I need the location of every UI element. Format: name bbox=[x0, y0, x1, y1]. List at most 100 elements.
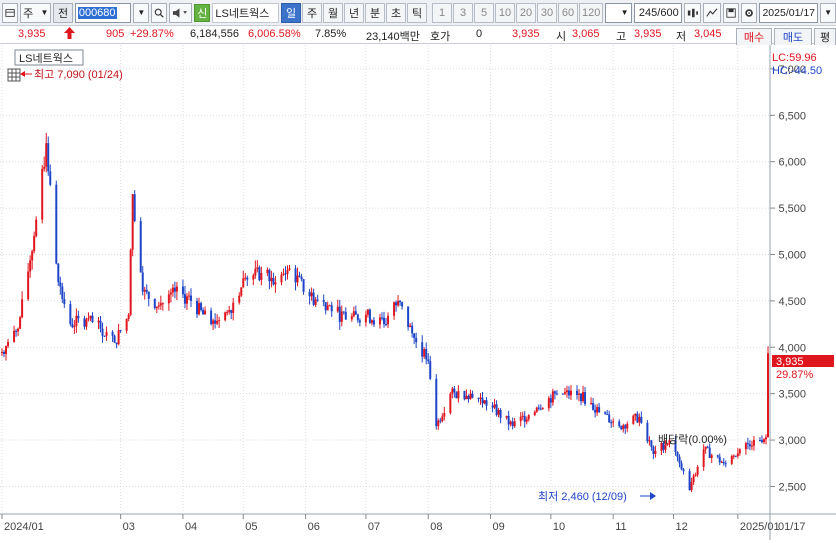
panel-menu-icon[interactable] bbox=[2, 2, 19, 23]
volume: 6,184,556 bbox=[190, 28, 239, 40]
avg-button[interactable]: 평 bbox=[814, 28, 836, 46]
period-tab[interactable]: 월 bbox=[323, 2, 344, 23]
candle-body bbox=[387, 315, 390, 325]
x-tick-label: 06 bbox=[308, 521, 320, 533]
candle-body bbox=[127, 314, 130, 319]
market-select[interactable]: 주 ▼ bbox=[20, 2, 52, 23]
candle-body bbox=[256, 267, 259, 269]
candle-body bbox=[767, 353, 769, 438]
crosshair-icon[interactable] bbox=[683, 2, 702, 23]
candle-body bbox=[413, 333, 416, 338]
candle-body bbox=[513, 421, 516, 427]
price-chart[interactable]: 7,000 6,500 6,000 5,500 5,000 4,500 4,000 3,500… bbox=[0, 45, 836, 540]
period-tab[interactable]: 일 bbox=[281, 2, 302, 23]
candle-body bbox=[555, 393, 558, 395]
candle-body bbox=[457, 390, 460, 399]
interval-button[interactable]: 10 bbox=[495, 2, 516, 23]
candle-body bbox=[338, 306, 341, 322]
candle-body bbox=[569, 390, 572, 396]
trade-amount: 23,140백만 bbox=[366, 31, 420, 43]
candle-body bbox=[483, 400, 486, 404]
candle-body bbox=[710, 455, 713, 458]
candle-body bbox=[268, 269, 271, 282]
candle-body bbox=[758, 440, 761, 442]
candle-body bbox=[240, 287, 243, 296]
candle-body bbox=[314, 299, 317, 305]
candle-body bbox=[119, 330, 122, 332]
candle-body bbox=[744, 443, 747, 450]
candle-body bbox=[218, 320, 221, 322]
candle-body bbox=[350, 316, 353, 320]
market-label: 주 bbox=[23, 7, 34, 20]
candle-body bbox=[497, 409, 500, 415]
candle-body bbox=[129, 249, 132, 315]
interval-button[interactable]: 20 bbox=[516, 2, 537, 23]
candle-body bbox=[415, 337, 418, 343]
candle-body bbox=[260, 273, 263, 281]
period-tab[interactable]: 분 bbox=[365, 2, 386, 23]
speaker-icon[interactable] bbox=[169, 2, 193, 23]
candle-body bbox=[71, 324, 74, 328]
search-icon[interactable] bbox=[151, 2, 168, 23]
candle-body bbox=[282, 273, 285, 275]
chart-canvas[interactable]: 7,0006,5006,0005,5005,0004,5004,0003,500… bbox=[0, 45, 836, 540]
candle-body bbox=[760, 440, 763, 443]
stock-name-field[interactable]: LS네트웍스 bbox=[212, 2, 280, 23]
candle-body bbox=[73, 326, 76, 328]
calendar-icon[interactable]: ▼ bbox=[820, 2, 836, 23]
candle-body bbox=[226, 311, 229, 313]
count-field[interactable]: 245/600 bbox=[633, 2, 682, 23]
interval-button[interactable]: 120 bbox=[579, 2, 604, 23]
stock-code-input[interactable]: 000680 bbox=[74, 2, 132, 23]
candle-body bbox=[328, 305, 331, 307]
interval-button[interactable]: 30 bbox=[537, 2, 558, 23]
candle-body bbox=[632, 415, 635, 424]
candle-body bbox=[175, 286, 178, 292]
interval-button[interactable]: 3 bbox=[453, 2, 474, 23]
candle-body bbox=[131, 194, 134, 250]
save-icon[interactable] bbox=[723, 2, 740, 23]
candle-body bbox=[479, 397, 482, 399]
grid-toggle-icon[interactable] bbox=[7, 68, 21, 82]
candle-body bbox=[161, 303, 164, 305]
interval-button[interactable]: 60 bbox=[558, 2, 579, 23]
candle-body bbox=[477, 397, 480, 399]
new-badge: 신 bbox=[194, 3, 211, 22]
interval-button[interactable]: 1 bbox=[432, 2, 453, 23]
high-annotation: 최고 7,090 (01/24) bbox=[34, 68, 123, 81]
current-price-tag-text: 3,935 bbox=[776, 356, 804, 368]
interval-button[interactable]: 5 bbox=[474, 2, 495, 23]
candle-body bbox=[738, 449, 741, 454]
candle-body bbox=[732, 455, 735, 457]
period-tab[interactable]: 년 bbox=[344, 2, 365, 23]
candle-body bbox=[200, 303, 203, 310]
date-field[interactable]: 2025/01/17 bbox=[759, 2, 819, 23]
candle-body bbox=[159, 303, 162, 306]
scope-button[interactable]: 전 bbox=[53, 2, 73, 23]
code-dropdown-icon[interactable]: ▼ bbox=[133, 2, 150, 23]
gear-icon[interactable] bbox=[741, 2, 758, 23]
period-tab[interactable]: 초 bbox=[386, 2, 407, 23]
candle-body bbox=[652, 446, 655, 454]
candle-body bbox=[155, 306, 158, 309]
candle-body bbox=[27, 271, 30, 300]
candle-body bbox=[378, 317, 381, 325]
candle-body bbox=[171, 287, 174, 293]
draw-tool-icon[interactable] bbox=[703, 2, 722, 23]
count-select[interactable]: ▼ bbox=[605, 2, 632, 23]
x-tick-label: 03 bbox=[123, 521, 135, 533]
candle-body bbox=[764, 437, 767, 440]
period-tab[interactable]: 주 bbox=[302, 2, 323, 23]
candle-body bbox=[720, 461, 723, 463]
sell-button[interactable]: 매도 bbox=[774, 28, 812, 46]
candle-body bbox=[344, 312, 347, 320]
candle-body bbox=[246, 277, 249, 280]
candle-body bbox=[153, 298, 156, 309]
candle-body bbox=[626, 423, 629, 429]
y-tick-label: 6,000 bbox=[778, 157, 806, 169]
buy-button[interactable]: 매수 bbox=[736, 28, 772, 46]
candle-body bbox=[31, 251, 34, 261]
period-tab[interactable]: 틱 bbox=[407, 2, 428, 23]
y-tick-label: 2,500 bbox=[778, 481, 806, 493]
candle-body bbox=[105, 331, 108, 336]
